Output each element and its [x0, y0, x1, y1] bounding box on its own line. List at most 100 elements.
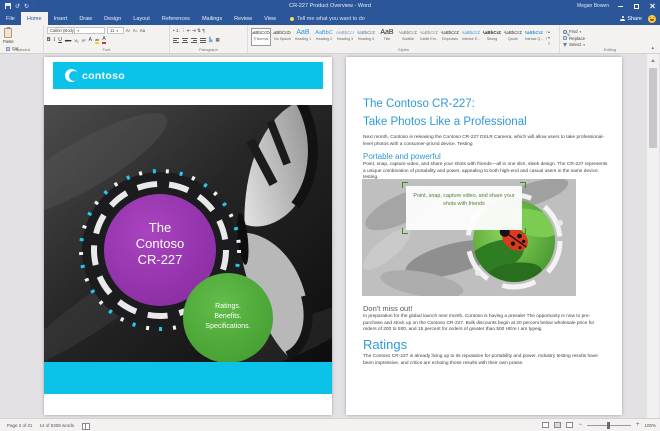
shrink-font-button[interactable]: A↓ — [133, 28, 138, 33]
line-spacing-button[interactable]: ▙ — [209, 37, 213, 43]
signed-in-user[interactable]: Megan Bowen — [577, 3, 609, 9]
tab-view[interactable]: View — [258, 12, 282, 25]
qat-dropdown-icon[interactable]: ▾ — [33, 4, 35, 8]
style-heading-4[interactable]: AaBbCcDHeading 4 — [356, 28, 376, 46]
page-indicator[interactable]: Page 2 of 21 — [7, 423, 33, 428]
tab-draw[interactable]: Draw — [73, 12, 98, 25]
style-intense-emphasis[interactable]: AaBbCcDIntense E... — [461, 28, 481, 46]
collapse-ribbon-icon[interactable]: ▴ — [651, 45, 654, 51]
style-quote[interactable]: AaBbCcDQuote — [503, 28, 523, 46]
tab-layout[interactable]: Layout — [127, 12, 156, 25]
tell-me-box[interactable]: Tell me what you want to do — [290, 12, 365, 25]
font-color-button[interactable]: A — [102, 36, 105, 44]
tab-file[interactable]: File — [0, 12, 21, 25]
underline-button[interactable]: U — [58, 37, 62, 43]
intro-paragraph[interactable]: Next month, Contoso is releasing the Con… — [363, 135, 609, 148]
read-mode-button[interactable] — [542, 422, 549, 428]
tab-references[interactable]: References — [156, 12, 196, 25]
tab-mailings[interactable]: Mailings — [196, 12, 228, 25]
style-heading-3[interactable]: AaBbCcIHeading 3 — [335, 28, 355, 46]
borders-button[interactable]: ▦ — [216, 37, 220, 43]
maximize-icon — [634, 4, 639, 9]
maximize-button[interactable] — [632, 2, 641, 11]
document-heading[interactable]: The Contoso CR-227: Take Photos Like a P… — [363, 95, 609, 131]
zoom-out-button[interactable]: − — [578, 422, 582, 428]
style-normal[interactable]: AaBbCcDd¶ Normal — [251, 28, 271, 46]
justify-button[interactable] — [200, 38, 206, 43]
style-heading-1[interactable]: AaBHeading 1 — [293, 28, 313, 46]
web-layout-button[interactable] — [566, 422, 573, 428]
italic-button[interactable]: I — [54, 38, 56, 43]
scroll-up-icon[interactable] — [647, 54, 659, 66]
align-center-button[interactable] — [182, 38, 188, 43]
styles-gallery-more-icon[interactable]: ≡ — [548, 41, 550, 46]
style-strong[interactable]: AaBbCcDStrong — [482, 28, 502, 46]
save-icon[interactable] — [5, 3, 11, 9]
topics-circle[interactable]: Ratings. Benefits. Specifications. — [183, 273, 273, 363]
style-emphasis[interactable]: AaBbCcDEmphasis — [440, 28, 460, 46]
vertical-scrollbar[interactable] — [647, 54, 659, 418]
redo-icon[interactable]: ↻ — [24, 3, 29, 10]
minimize-button[interactable] — [616, 2, 625, 11]
style-subtle-reference[interactable]: AaBbCcDSubtle Ref... — [545, 28, 547, 46]
style-heading-2[interactable]: AaBbCHeading 2 — [314, 28, 334, 46]
tab-home[interactable]: Home — [21, 12, 48, 25]
page-2[interactable]: The Contoso CR-227: Take Photos Like a P… — [346, 57, 622, 415]
style-no-spacing[interactable]: AaBbCcDd¶ No Spacing — [272, 28, 292, 46]
ratings-heading[interactable]: Ratings — [363, 337, 609, 352]
zoom-in-button[interactable]: + — [636, 422, 640, 428]
styles-gallery-down-icon[interactable]: ▾ — [548, 35, 550, 40]
paragraph-buttons-row[interactable]: • 1. ⋮ ⇤ ⇥ ⇅ ¶ — [173, 28, 205, 34]
paste-button[interactable]: Paste — [3, 28, 14, 44]
highlight-color-button[interactable]: ab — [95, 37, 99, 44]
ratings-paragraph[interactable]: The Contoso CR-227 is already living up … — [363, 354, 609, 367]
topics-line-1: Ratings. — [183, 302, 273, 312]
style-title[interactable]: AaBTitle — [377, 28, 397, 46]
zoom-slider-handle[interactable] — [607, 422, 610, 429]
title-bar: ↺ ↻ ▾ CR-227 Product Overview - Word Meg… — [0, 0, 660, 12]
style-subtitle[interactable]: AaBbCcDSubtitle — [398, 28, 418, 46]
align-right-button[interactable] — [191, 38, 197, 43]
zoom-slider[interactable] — [587, 425, 631, 426]
bold-button[interactable]: B — [47, 37, 51, 43]
tab-insert[interactable]: Insert — [48, 12, 74, 25]
style-subtle-emphasis[interactable]: AaBbCcDSubtle Em... — [419, 28, 439, 46]
styles-gallery-up-icon[interactable]: ▴ — [548, 29, 550, 34]
font-size-combo[interactable]: 11 ▾ — [107, 27, 124, 34]
style-intense-quote[interactable]: AaBbCcDIntense Q... — [524, 28, 544, 46]
tell-me-label: Tell me what you want to do — [297, 16, 365, 22]
tab-design[interactable]: Design — [98, 12, 127, 25]
feedback-smiley-icon[interactable] — [648, 15, 656, 23]
font-name-value: Calibri (Body) — [50, 28, 75, 33]
grow-font-button[interactable]: A↑ — [126, 28, 131, 33]
title-line-3: CR-227 — [104, 252, 216, 268]
font-name-combo[interactable]: Calibri (Body) ▾ — [47, 27, 105, 34]
close-button[interactable] — [648, 2, 657, 11]
find-button[interactable]: Find▾ — [563, 29, 657, 34]
status-bar: Page 2 of 21 14 of 6308 words − + 100% — [0, 418, 660, 431]
tab-review[interactable]: Review — [228, 12, 258, 25]
presale-paragraph[interactable]: In preparation for the global launch nex… — [363, 314, 609, 334]
ladybug-photo[interactable]: Point, snap, capture video, and share yo… — [362, 179, 576, 296]
page-1[interactable]: contoso — [44, 57, 332, 415]
replace-button[interactable]: Replace — [563, 36, 657, 41]
superscript-button[interactable]: X² — [82, 38, 86, 43]
portable-heading[interactable]: Portable and powerful — [363, 152, 609, 161]
print-layout-button[interactable] — [554, 422, 561, 428]
undo-icon[interactable]: ↺ — [15, 3, 20, 10]
chevron-down-icon: ▾ — [583, 43, 585, 47]
scrollbar-thumb[interactable] — [649, 68, 657, 148]
zoom-percentage[interactable]: 100% — [644, 423, 656, 428]
strikethrough-button[interactable]: abc — [65, 38, 71, 43]
align-left-button[interactable] — [173, 38, 179, 43]
word-count[interactable]: 14 of 6308 words — [40, 423, 75, 428]
text-effects-button[interactable]: A — [89, 37, 92, 43]
photo-caption-box[interactable]: Point, snap, capture video, and share yo… — [406, 186, 522, 230]
change-case-button[interactable]: Aa — [140, 28, 145, 33]
share-button[interactable]: Share — [620, 16, 642, 22]
dont-miss-heading[interactable]: Don't miss out! — [363, 304, 609, 313]
replace-icon — [563, 36, 567, 40]
subscript-button[interactable]: X₂ — [74, 38, 78, 43]
proofing-book-icon[interactable] — [82, 423, 89, 428]
document-canvas[interactable]: contoso — [0, 54, 660, 418]
